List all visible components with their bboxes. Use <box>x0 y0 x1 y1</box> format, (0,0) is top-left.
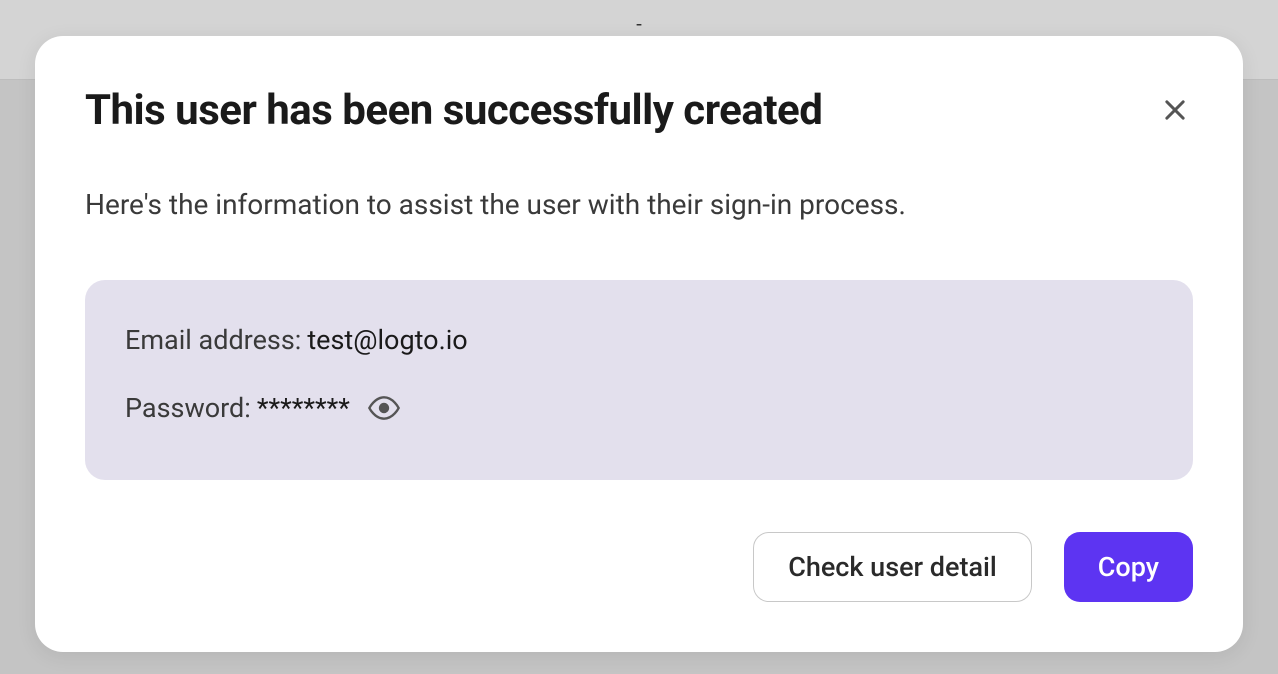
password-label: Password: <box>125 392 251 424</box>
email-value: test@logto.io <box>307 324 467 356</box>
email-label: Email address: <box>125 324 301 356</box>
credentials-info-box: Email address: test@logto.io Password: *… <box>85 280 1193 480</box>
password-value: ******** <box>257 392 350 424</box>
toggle-password-visibility-button[interactable] <box>368 392 400 424</box>
check-user-detail-button[interactable]: Check user detail <box>753 532 1032 602</box>
email-row: Email address: test@logto.io <box>125 324 1153 356</box>
modal-title: This user has been successfully created <box>85 86 822 135</box>
modal-footer: Check user detail Copy <box>85 532 1193 602</box>
password-row: Password: ******** <box>125 392 1153 424</box>
close-icon <box>1161 96 1189 124</box>
user-created-modal: This user has been successfully created … <box>35 36 1243 652</box>
modal-description: Here's the information to assist the use… <box>85 185 1193 224</box>
modal-header: This user has been successfully created <box>85 86 1193 135</box>
eye-icon <box>368 392 400 424</box>
backdrop-dash: - <box>636 12 642 36</box>
close-button[interactable] <box>1157 92 1193 128</box>
copy-button[interactable]: Copy <box>1064 532 1193 602</box>
